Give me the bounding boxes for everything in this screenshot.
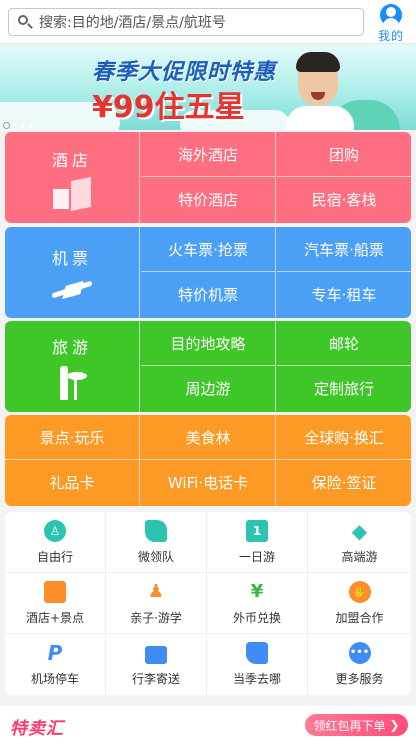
discount-flight-tile[interactable]: 特价机票 bbox=[141, 272, 276, 317]
family-icon: ♟ bbox=[147, 580, 165, 602]
service-more[interactable]: ••• 更多服务 bbox=[308, 634, 411, 695]
service-label: 一日游 bbox=[238, 549, 275, 564]
cruise-tile[interactable]: 邮轮 bbox=[277, 321, 411, 366]
travel-category: 旅游 目的地攻略 邮轮 周边游 定制旅行 bbox=[5, 321, 411, 412]
day-tour-icon: 1 bbox=[246, 519, 268, 542]
service-label: 亲子·游学 bbox=[130, 610, 182, 625]
statue-of-liberty-icon bbox=[52, 365, 92, 400]
pagination-dot[interactable] bbox=[12, 123, 17, 128]
special-sale-logo[interactable]: 特卖汇 bbox=[10, 714, 64, 739]
global-shopping-tile[interactable]: 全球购·换汇 bbox=[277, 415, 411, 460]
get-coupon-button[interactable]: 领红包再下单 ❯ bbox=[305, 714, 408, 736]
service-label: 自由行 bbox=[36, 549, 73, 564]
service-label: 外币兑换 bbox=[232, 610, 281, 625]
service-micro-guide[interactable]: 微领队 bbox=[106, 512, 207, 573]
service-label: 微领队 bbox=[137, 549, 174, 564]
service-family-study[interactable]: ♟ 亲子·游学 bbox=[106, 573, 207, 634]
service-label: 高端游 bbox=[341, 549, 378, 564]
hotel-category: 酒店 海外酒店 团购 特价酒店 民宿·客栈 bbox=[5, 132, 411, 223]
plane-icon bbox=[51, 277, 93, 301]
search-placeholder: 搜索:目的地/酒店/景点/航班号 bbox=[39, 15, 226, 31]
custom-travel-tile[interactable]: 定制旅行 bbox=[277, 366, 411, 411]
train-ticket-tile[interactable]: 火车票·抢票 bbox=[141, 227, 276, 272]
top-bar: 搜索:目的地/酒店/景点/航班号 我的 bbox=[0, 0, 416, 44]
banner-pagination bbox=[4, 123, 33, 128]
service-airport-parking[interactable]: P 机场停车 bbox=[5, 634, 106, 695]
service-independent-travel[interactable]: ♙ 自由行 bbox=[5, 512, 106, 573]
promo-banner[interactable]: 春季大促限时特惠 ¥99住五星 bbox=[0, 44, 416, 130]
flight-main-tile[interactable]: 机票 bbox=[5, 227, 140, 318]
services-grid: ♙ 自由行 微领队 1 一日游 ◆ 高端游 酒店+景点 ♟ 亲子·游学 ¥ 外币… bbox=[5, 512, 411, 695]
service-label: 加盟合作 bbox=[335, 610, 384, 625]
app-root: 搜索:目的地/酒店/景点/航班号 我的 春季大促限时特惠 ¥99住五星 酒店 海… bbox=[0, 0, 416, 745]
food-tile[interactable]: 美食林 bbox=[141, 415, 276, 460]
nearby-tour-tile[interactable]: 周边游 bbox=[141, 366, 276, 411]
my-account-label: 我的 bbox=[377, 29, 404, 43]
search-input[interactable]: 搜索:目的地/酒店/景点/航班号 bbox=[8, 8, 364, 36]
bus-ferry-ticket-tile[interactable]: 汽车票·船票 bbox=[277, 227, 411, 272]
travel-label: 旅游 bbox=[51, 337, 92, 357]
service-label: 行李寄送 bbox=[131, 672, 180, 686]
service-label: 机场停车 bbox=[30, 672, 79, 686]
chevron-right-icon: ❯ bbox=[389, 718, 400, 732]
get-coupon-label: 领红包再下单 bbox=[313, 718, 386, 733]
my-account-button[interactable]: 我的 bbox=[372, 4, 410, 43]
attractions-tile[interactable]: 景点·玩乐 bbox=[5, 415, 140, 460]
hotel-scenic-icon bbox=[44, 580, 66, 603]
banner-price: ¥99住五星 bbox=[92, 90, 245, 125]
diamond-icon: ◆ bbox=[351, 518, 368, 543]
thumbs-up-icon bbox=[246, 642, 268, 664]
service-hotel-scenic[interactable]: 酒店+景点 bbox=[5, 573, 106, 634]
service-label: 更多服务 bbox=[335, 672, 384, 686]
discount-hotel-tile[interactable]: 特价酒店 bbox=[141, 177, 276, 222]
gift-card-tile[interactable]: 礼品卡 bbox=[5, 460, 140, 505]
hotel-label: 酒店 bbox=[51, 150, 92, 170]
pagination-dot[interactable] bbox=[20, 123, 25, 128]
flight-category: 机票 火车票·抢票 汽车票·船票 特价机票 专车·租车 bbox=[5, 227, 411, 318]
wifi-phone-card-tile[interactable]: WiFi·电话卡 bbox=[141, 460, 276, 505]
service-luggage-delivery[interactable]: 行李寄送 bbox=[106, 634, 207, 695]
banner-person-image bbox=[284, 50, 356, 130]
service-seasonal-picks[interactable]: 当季去哪 bbox=[207, 634, 308, 695]
search-icon bbox=[17, 14, 33, 30]
yen-icon: ¥ bbox=[250, 580, 264, 602]
hotel-main-tile[interactable]: 酒店 bbox=[5, 132, 140, 223]
insurance-visa-tile[interactable]: 保险·签证 bbox=[277, 460, 411, 505]
service-currency-exchange[interactable]: ¥ 外币兑换 bbox=[207, 573, 308, 634]
group-buy-tile[interactable]: 团购 bbox=[277, 132, 411, 177]
overseas-hotel-tile[interactable]: 海外酒店 bbox=[141, 132, 276, 177]
parking-icon: P bbox=[47, 641, 63, 665]
flag-icon bbox=[145, 519, 167, 542]
car-rental-tile[interactable]: 专车·租车 bbox=[277, 272, 411, 317]
luggage-icon bbox=[145, 646, 167, 664]
handshake-icon: ✋ bbox=[348, 580, 371, 603]
homestay-tile[interactable]: 民宿·客栈 bbox=[277, 177, 411, 222]
service-day-tour[interactable]: 1 一日游 bbox=[207, 512, 308, 573]
walker-icon: ♙ bbox=[44, 519, 66, 542]
more-category: 景点·玩乐 美食林 全球购·换汇 礼品卡 WiFi·电话卡 保险·签证 bbox=[5, 415, 411, 506]
special-sale-bar: 特卖汇 领红包再下单 ❯ bbox=[0, 706, 416, 745]
more-dots-icon: ••• bbox=[348, 642, 371, 664]
destination-guide-tile[interactable]: 目的地攻略 bbox=[141, 321, 276, 366]
service-label: 当季去哪 bbox=[232, 672, 281, 686]
pagination-dot[interactable] bbox=[4, 123, 9, 128]
service-franchise[interactable]: ✋ 加盟合作 bbox=[308, 573, 411, 634]
service-label: 酒店+景点 bbox=[25, 610, 85, 625]
service-luxury-travel[interactable]: ◆ 高端游 bbox=[308, 512, 411, 573]
building-icon bbox=[53, 176, 91, 211]
flight-label: 机票 bbox=[51, 248, 92, 268]
travel-main-tile[interactable]: 旅游 bbox=[5, 321, 140, 412]
pagination-dot[interactable] bbox=[28, 123, 33, 128]
user-icon bbox=[380, 4, 402, 26]
